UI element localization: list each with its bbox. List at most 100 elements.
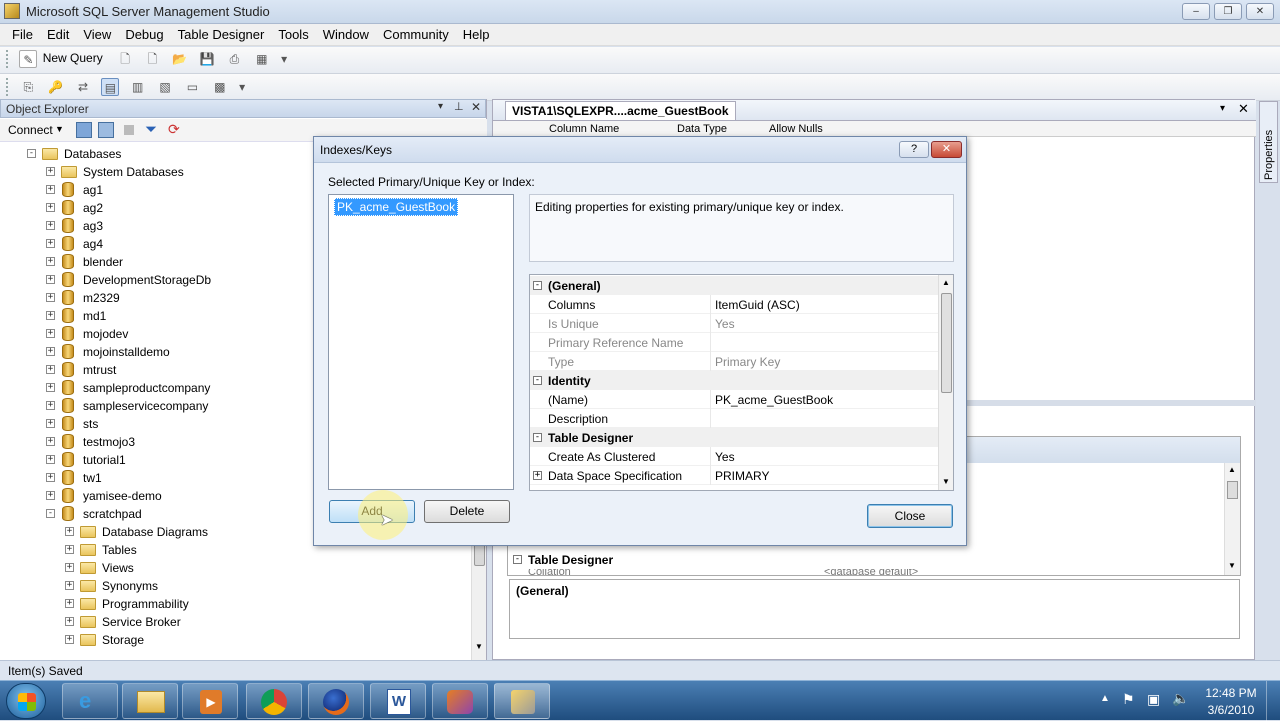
show-hidden-icons[interactable]: ▲ [1100,693,1110,704]
scroll-up-icon-2[interactable]: ▲ [942,278,950,287]
expand-icon[interactable]: + [65,545,74,554]
expand-icon[interactable]: + [46,221,55,230]
close-window-button[interactable]: ✕ [1246,3,1274,20]
expand-icon[interactable]: + [46,491,55,500]
close-panel-icon[interactable]: ✕ [471,100,481,114]
collapse-icon[interactable]: - [533,376,542,385]
menu-table-designer[interactable]: Table Designer [171,24,272,45]
expand-icon[interactable]: + [46,293,55,302]
expand-icon[interactable]: + [46,437,55,446]
firefox-taskbar-button[interactable] [308,683,364,719]
expand-icon[interactable]: + [46,239,55,248]
menu-debug[interactable]: Debug [118,24,170,45]
toolbar-grip[interactable] [6,50,10,68]
pin-icon[interactable]: ⊥ [454,100,464,113]
word-taskbar-button[interactable]: W [370,683,426,719]
prop-row[interactable]: Columns ItemGuid (ASC) [530,295,938,314]
expand-icon[interactable]: + [65,527,74,536]
collation-row[interactable]: Collation <database default> [508,569,1223,577]
prop-row[interactable]: Primary Reference Name [530,333,938,352]
collapse-icon[interactable]: - [533,281,542,290]
filter-icon[interactable]: ⏷ [145,121,157,138]
scroll-down-icon-2[interactable]: ▼ [1228,561,1236,570]
volume-icon[interactable]: 🔈 [1172,690,1189,707]
relationships-icon[interactable]: ⇄ [74,78,92,96]
ie-taskbar-button[interactable]: e [62,683,118,719]
expand-icon[interactable]: + [65,563,74,572]
expand-icon[interactable]: + [65,635,74,644]
expand-icon[interactable]: + [46,167,55,176]
menu-window[interactable]: Window [316,24,376,45]
scroll-down-icon[interactable]: ▼ [475,642,483,651]
menu-view[interactable]: View [76,24,118,45]
menu-file[interactable]: File [5,24,40,45]
properties-side-tab[interactable]: Properties [1259,101,1278,183]
connect-dropdown-icon[interactable]: ▼ [55,124,64,134]
new-file-icon[interactable]: 🗋 [116,50,134,68]
expand-icon[interactable]: + [46,185,55,194]
clock[interactable]: 12:48 PM 3/6/2010 [1200,686,1262,717]
collapse-icon[interactable]: - [513,555,522,564]
primary-key-icon[interactable]: 🔑 [47,78,65,96]
prop-category[interactable]: - (General) [530,276,938,295]
expand-icon[interactable]: + [46,473,55,482]
scroll-up-icon[interactable]: ▲ [1228,465,1236,474]
expand-icon[interactable]: + [65,599,74,608]
collapse-icon[interactable]: - [27,149,36,158]
print-icon[interactable]: ⎙ [225,50,243,68]
expand-icon[interactable]: + [46,455,55,464]
properties-scrollbar[interactable]: ▲ ▼ [1224,463,1240,575]
keys-list[interactable]: PK_acme_GuestBook [328,194,514,490]
expand-icon[interactable]: + [46,383,55,392]
explorer-taskbar-button[interactable] [122,683,178,719]
list-item[interactable]: PK_acme_GuestBook [334,198,459,216]
new-project-icon[interactable]: 🗋 [143,50,161,68]
menu-edit[interactable]: Edit [40,24,76,45]
start-button[interactable] [6,683,46,719]
collapse-icon[interactable]: - [46,509,55,518]
expand-icon[interactable]: + [46,311,55,320]
prop-row[interactable]: Type Primary Key [530,352,938,371]
menu-help[interactable]: Help [456,24,497,45]
connect-button[interactable]: Connect [8,123,53,137]
change-table-icon[interactable]: ▩ [211,78,229,96]
manage-indexes-icon[interactable]: ▤ [101,78,120,96]
show-desktop-button[interactable] [1266,681,1280,721]
expand-icon[interactable]: + [533,471,542,480]
expand-icon[interactable]: + [46,275,55,284]
xml-indexes-icon[interactable]: ▧ [156,78,174,96]
media-taskbar-button[interactable]: ▶ [182,683,238,719]
expand-icon[interactable]: + [46,401,55,410]
properties-scrollbar-thumb[interactable] [1227,481,1238,499]
ssms-taskbar-button[interactable] [494,683,550,719]
dropdown-icon[interactable]: ▾ [438,101,443,112]
prop-row[interactable]: (Name) PK_acme_GuestBook [530,390,938,409]
toolbar-overflow-icon[interactable]: ▾ [280,50,288,68]
activity-monitor-icon[interactable]: ▦ [253,50,271,68]
toolbar-grip-2[interactable] [6,78,10,96]
key-properties-scrollbar-thumb[interactable] [941,293,952,393]
dialog-close-icon[interactable]: ✕ [931,141,962,158]
close-button[interactable]: Close [867,504,953,528]
check-constraints-icon[interactable]: ▭ [183,78,201,96]
network-icon[interactable]: ▣ [1147,691,1160,708]
minimize-button[interactable]: – [1182,3,1210,20]
save-icon[interactable]: 💾 [198,50,216,68]
prop-row[interactable]: Is Unique Yes [530,314,938,333]
expand-icon[interactable]: + [65,617,74,626]
document-tab[interactable]: VISTA1\SQLEXPR....acme_GuestBook [505,101,736,120]
stop-icon[interactable] [124,125,134,135]
prop-category[interactable]: - Identity [530,371,938,390]
scroll-down-icon-3[interactable]: ▼ [942,477,950,486]
restore-button[interactable]: ❐ [1214,3,1242,20]
expand-icon[interactable]: + [65,581,74,590]
visualstudio-taskbar-button[interactable] [432,683,488,719]
refresh-icon[interactable]: ⟳ [168,121,180,138]
collapse-icon[interactable]: - [533,433,542,442]
connect-server-icon[interactable] [76,122,92,138]
expand-icon[interactable]: + [46,365,55,374]
chrome-taskbar-button[interactable] [246,683,302,719]
prop-row[interactable]: Description [530,409,938,428]
open-file-icon[interactable]: 📂 [171,50,189,68]
close-document-icon[interactable]: ✕ [1238,101,1249,117]
